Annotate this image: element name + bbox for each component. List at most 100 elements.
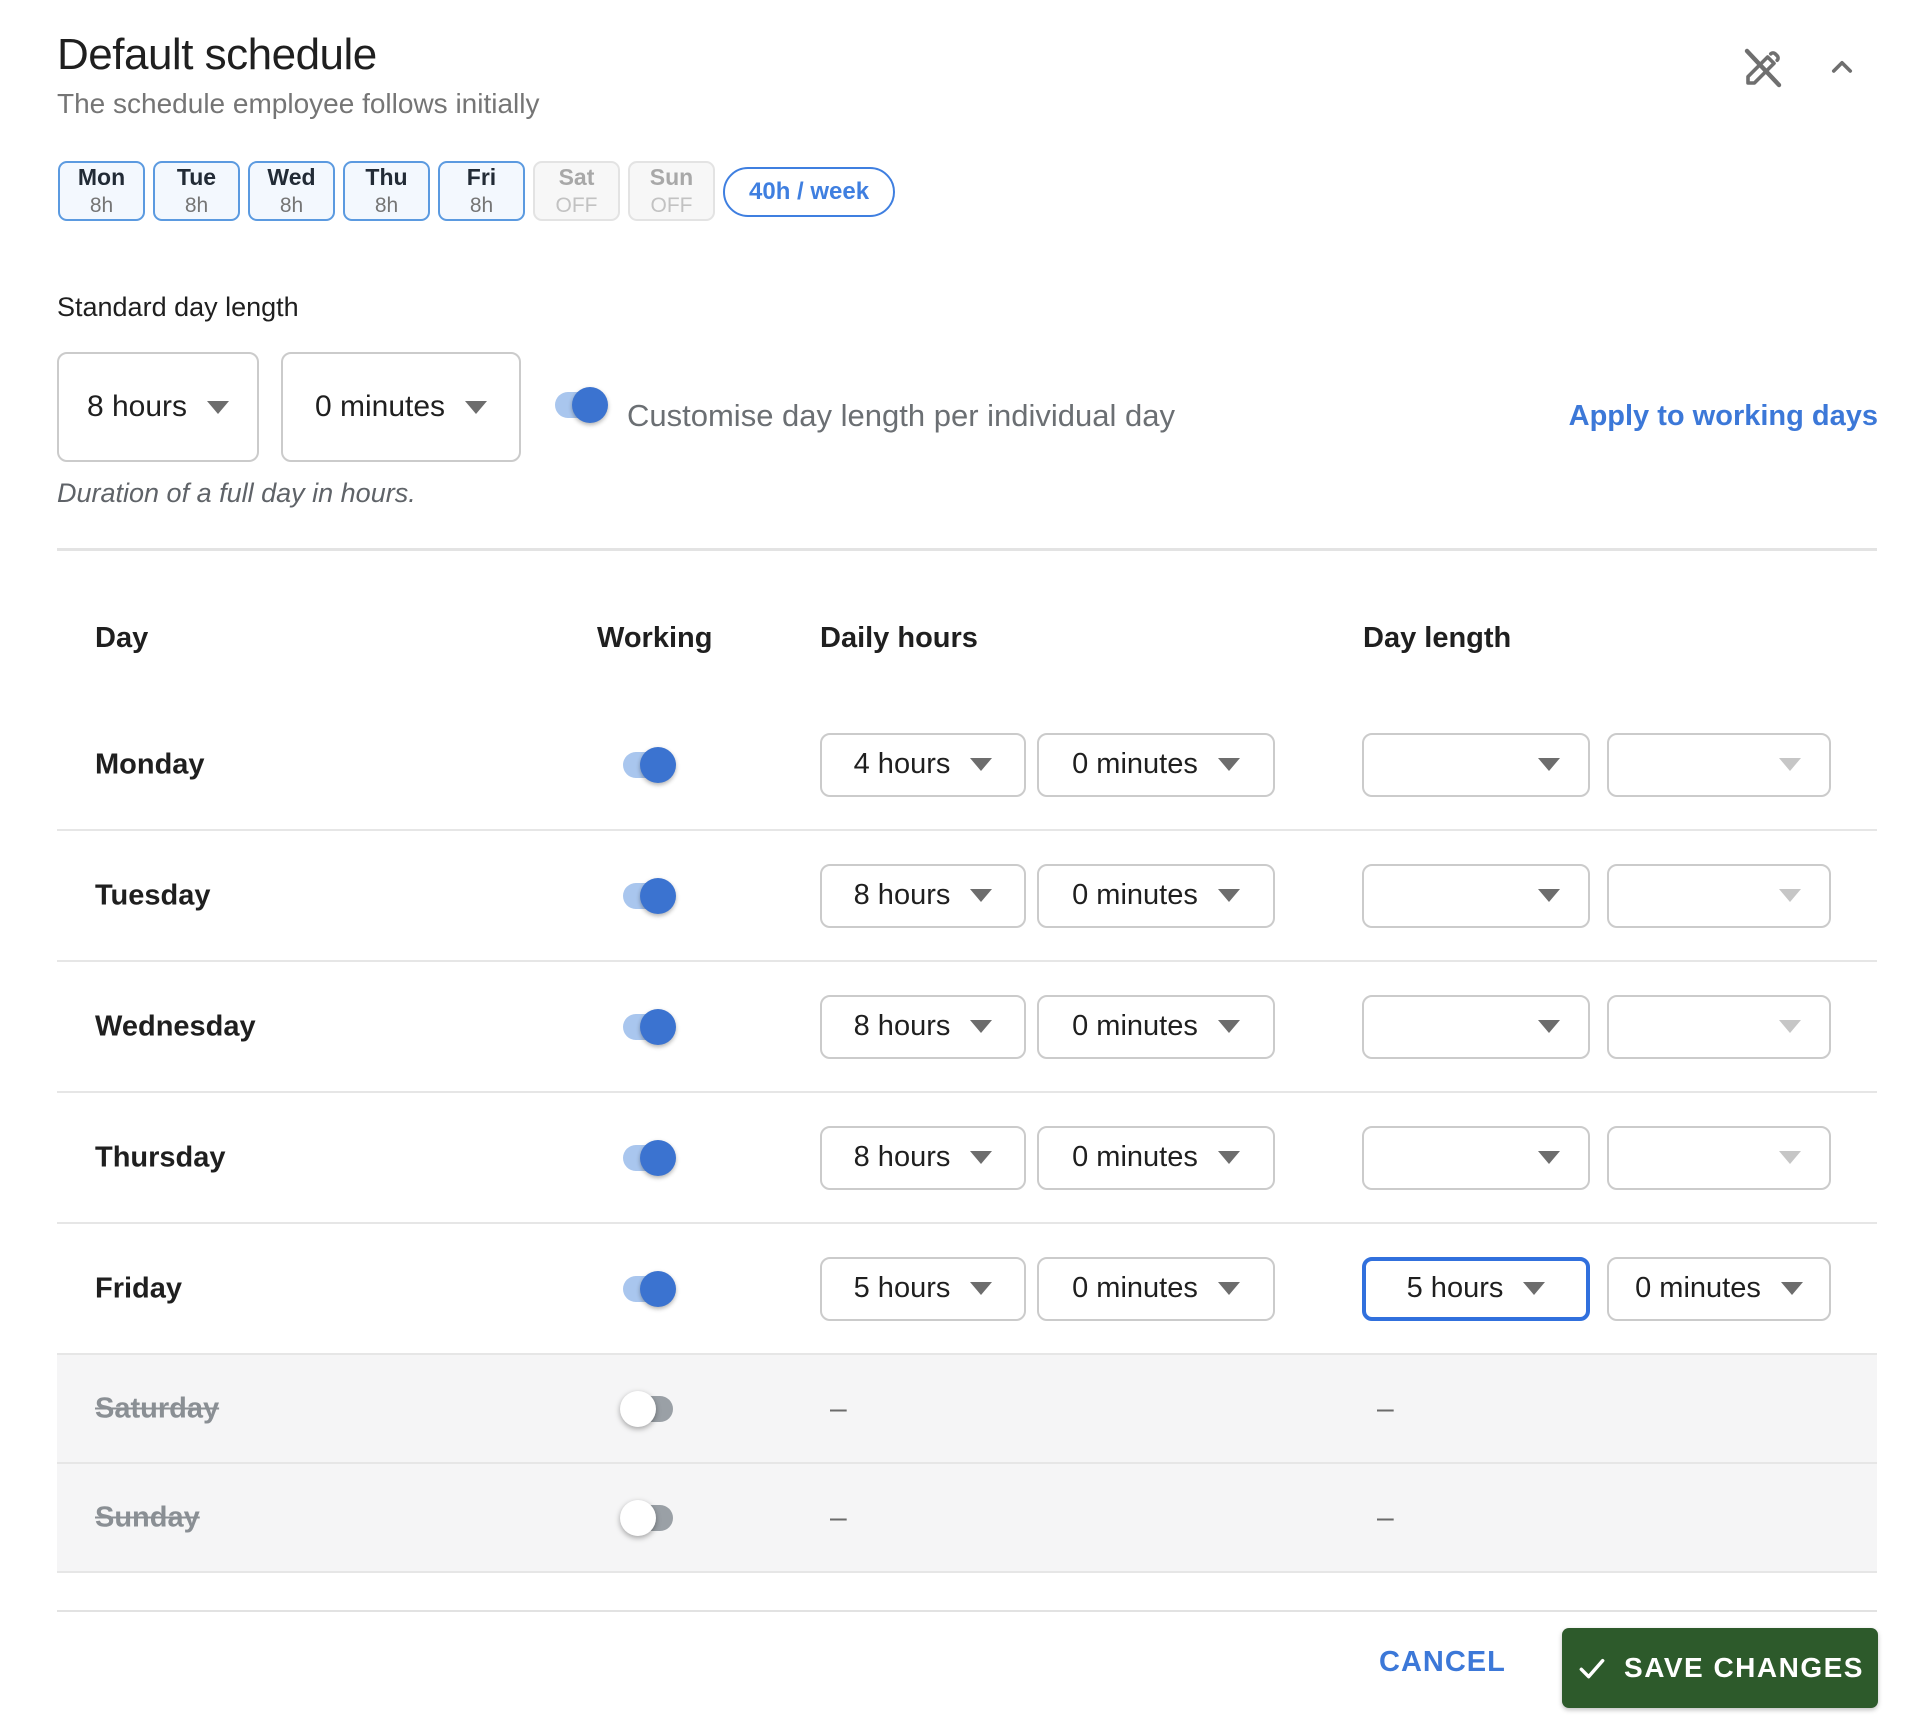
thursday-daily-minutes-select[interactable]: 0 minutes [1037, 1125, 1275, 1190]
schedule-rows: Monday 4 hours 0 minutes Tuesday 8 hours 0 mi… [0, 700, 1914, 1573]
edit-off-button[interactable] [1738, 44, 1786, 95]
chevron-down-icon [465, 400, 488, 414]
chevron-down-icon [970, 1020, 993, 1033]
wednesday-day-length-minutes-select[interactable] [1607, 994, 1831, 1059]
day-chip-wed[interactable]: Wed 8h [248, 161, 335, 221]
chip-value: 8h [89, 194, 114, 217]
chevron-down-icon [1779, 1020, 1801, 1033]
select-value: 5 hours [853, 1272, 951, 1304]
edit-off-icon [1744, 48, 1782, 88]
thursday-day-length-hours-select[interactable] [1362, 1125, 1590, 1190]
saturday-working-toggle[interactable] [620, 1390, 673, 1427]
select-value: 8 hours [86, 390, 188, 423]
monday-day-length-minutes-select[interactable] [1607, 732, 1831, 797]
thursday-day-length-minutes-select[interactable] [1607, 1125, 1831, 1190]
footer-divider [57, 1610, 1877, 1612]
friday-daily-hours-select[interactable]: 5 hours [820, 1256, 1026, 1321]
chip-value: OFF [555, 194, 598, 217]
daily-hours-dash: – [830, 1391, 847, 1425]
monday-day-length-hours-select[interactable] [1362, 732, 1590, 797]
monday-daily-minutes-select[interactable]: 0 minutes [1037, 732, 1275, 797]
chip-day-label: Tue [176, 164, 217, 190]
day-chip-mon[interactable]: Mon 8h [58, 161, 145, 221]
toggle-thumb [620, 1499, 656, 1536]
select-value: 8 hours [853, 1141, 951, 1173]
standard-day-length-selects: 8 hours 0 minutes [57, 352, 521, 462]
day-chip-thu[interactable]: Thu 8h [343, 161, 430, 221]
save-changes-label: SAVE CHANGES [1624, 1652, 1864, 1683]
day-label: Monday [95, 748, 205, 780]
chevron-down-icon [1779, 1151, 1801, 1164]
chevron-down-icon [970, 1282, 993, 1295]
day-chips: Mon 8h Tue 8h Wed 8h Thu 8h Fri 8h Sat OFF Sun OFF [58, 161, 715, 221]
chevron-down-icon [970, 889, 993, 902]
column-header-day-length: Day length [1363, 622, 1512, 654]
chevron-down-icon [1779, 758, 1801, 771]
default-schedule-panel: Default schedule The schedule employee f… [0, 0, 1914, 1724]
column-header-day: Day [95, 622, 149, 654]
chevron-down-icon [1538, 1020, 1560, 1033]
toggle-thumb [640, 1139, 676, 1176]
toggle-thumb [620, 1390, 656, 1427]
customise-day-length-toggle[interactable] [555, 387, 608, 423]
chevron-down-icon [1523, 1282, 1546, 1295]
tuesday-day-length-minutes-select[interactable] [1607, 863, 1831, 928]
select-value: 5 hours [1406, 1272, 1504, 1304]
page-subtitle: The schedule employee follows initially [57, 88, 540, 119]
day-chip-tue[interactable]: Tue 8h [153, 161, 240, 221]
cancel-button[interactable]: CANCEL [1373, 1645, 1512, 1680]
day-chip-fri[interactable]: Fri 8h [438, 161, 525, 221]
schedule-row-saturday: Saturday – – [57, 1355, 1877, 1464]
save-changes-button[interactable]: SAVE CHANGES [1562, 1628, 1878, 1708]
column-header-working: Working [597, 622, 713, 654]
toggle-thumb [572, 387, 608, 423]
select-value: 0 minutes [1072, 748, 1198, 780]
select-value: 0 minutes [314, 390, 446, 423]
chip-day-label: Thu [365, 164, 408, 190]
chevron-down-icon [1217, 1282, 1240, 1295]
day-length-dash: – [1377, 1391, 1394, 1425]
schedule-row-monday: Monday 4 hours 0 minutes [57, 700, 1877, 831]
wednesday-daily-minutes-select[interactable]: 0 minutes [1037, 994, 1275, 1059]
tuesday-day-length-hours-select[interactable] [1362, 863, 1590, 928]
day-label: Friday [95, 1272, 183, 1304]
day-length-note: Duration of a full day in hours. [57, 478, 416, 508]
chevron-down-icon [1780, 1282, 1803, 1295]
tuesday-daily-minutes-select[interactable]: 0 minutes [1037, 863, 1275, 928]
apply-to-working-days-link[interactable]: Apply to working days [1569, 400, 1878, 433]
standard-hours-select[interactable]: 8 hours [57, 352, 259, 462]
wednesday-day-length-hours-select[interactable] [1362, 994, 1590, 1059]
friday-daily-minutes-select[interactable]: 0 minutes [1037, 1256, 1275, 1321]
monday-daily-hours-select[interactable]: 4 hours [820, 732, 1026, 797]
select-value: 0 minutes [1635, 1272, 1761, 1304]
chip-value: 8h [279, 194, 304, 217]
monday-working-toggle[interactable] [623, 746, 676, 783]
schedule-row-friday: Friday 5 hours 0 minutes 5 hours 0 minutes [57, 1224, 1877, 1355]
day-label: Tuesday [95, 879, 211, 911]
wednesday-daily-hours-select[interactable]: 8 hours [820, 994, 1026, 1059]
standard-minutes-select[interactable]: 0 minutes [281, 352, 521, 462]
chevron-down-icon [1538, 758, 1560, 771]
thursday-working-toggle[interactable] [623, 1139, 676, 1176]
toggle-thumb [640, 1270, 676, 1307]
chevron-down-icon [1217, 1020, 1240, 1033]
chevron-down-icon [1538, 889, 1560, 902]
thursday-daily-hours-select[interactable]: 8 hours [820, 1125, 1026, 1190]
tuesday-working-toggle[interactable] [623, 877, 676, 914]
chip-day-label: Sun [649, 164, 694, 190]
day-chip-sun[interactable]: Sun OFF [628, 161, 715, 221]
collapse-button[interactable] [1824, 50, 1860, 89]
chip-value: 8h [184, 194, 209, 217]
friday-working-toggle[interactable] [623, 1270, 676, 1307]
friday-day-length-minutes-select[interactable]: 0 minutes [1607, 1256, 1831, 1321]
schedule-row-sunday: Sunday – – [57, 1464, 1877, 1573]
sunday-working-toggle[interactable] [620, 1499, 673, 1536]
friday-day-length-hours-select[interactable]: 5 hours [1362, 1256, 1590, 1321]
chip-day-label: Sat [558, 164, 595, 190]
day-chip-sat[interactable]: Sat OFF [533, 161, 620, 221]
toggle-thumb [640, 1008, 676, 1045]
tuesday-daily-hours-select[interactable]: 8 hours [820, 863, 1026, 928]
chevron-down-icon [207, 400, 230, 414]
wednesday-working-toggle[interactable] [623, 1008, 676, 1045]
toggle-thumb [640, 746, 676, 783]
